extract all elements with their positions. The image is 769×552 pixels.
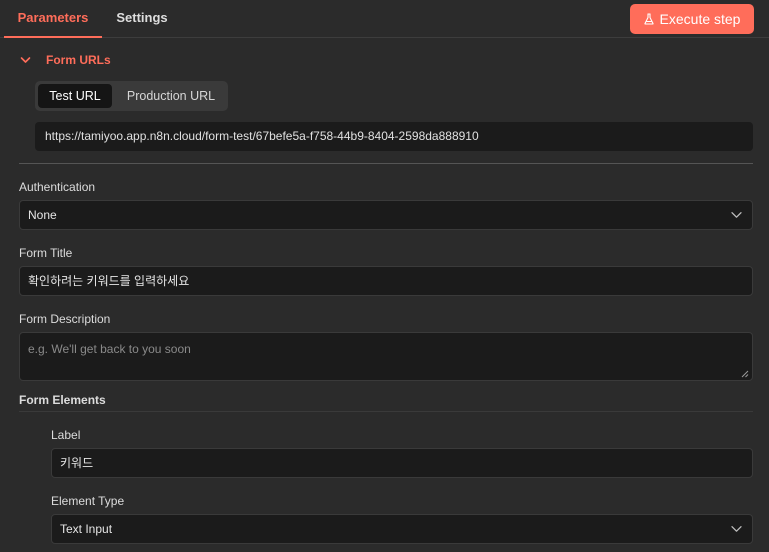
form-description-textarea[interactable]: e.g. We'll get back to you soon bbox=[19, 332, 753, 381]
element-type-select[interactable]: Text Input bbox=[51, 514, 753, 544]
chevron-down-icon bbox=[731, 212, 742, 219]
execute-step-label: Execute step bbox=[659, 11, 741, 27]
execute-step-button[interactable]: Execute step bbox=[630, 4, 754, 34]
element-label-value: 키워드 bbox=[60, 456, 94, 470]
form-urls-toggle[interactable]: Form URLs bbox=[20, 53, 111, 67]
element-label-input[interactable]: 키워드 bbox=[51, 448, 753, 478]
flask-icon bbox=[643, 13, 654, 25]
form-title-value: 확인하려는 키워드를 입력하세요 bbox=[28, 274, 190, 288]
chevron-down-icon bbox=[20, 56, 32, 64]
authentication-value: None bbox=[28, 208, 57, 222]
authentication-label: Authentication bbox=[19, 180, 96, 194]
tab-parameters[interactable]: Parameters bbox=[4, 0, 102, 38]
tab-settings[interactable]: Settings bbox=[111, 0, 173, 38]
form-title-label: Form Title bbox=[19, 246, 73, 260]
node-parameters-panel: Parameters Settings Execute step Form UR… bbox=[0, 0, 769, 552]
section-divider bbox=[19, 163, 753, 164]
resize-handle-icon[interactable] bbox=[741, 370, 749, 378]
form-title-input[interactable]: 확인하려는 키워드를 입력하세요 bbox=[19, 266, 753, 296]
element-label-caption: Label bbox=[51, 428, 81, 442]
form-url-display[interactable]: https://tamiyoo.app.n8n.cloud/form-test/… bbox=[35, 122, 753, 151]
url-type-switch: Test URL Production URL bbox=[35, 81, 228, 111]
element-type-value: Text Input bbox=[60, 522, 113, 536]
production-url-tab[interactable]: Production URL bbox=[117, 84, 225, 108]
form-urls-title: Form URLs bbox=[46, 53, 111, 67]
test-url-tab[interactable]: Test URL bbox=[38, 84, 112, 108]
form-elements-title: Form Elements bbox=[19, 393, 106, 407]
panel-tabs-bar: Parameters Settings Execute step bbox=[0, 0, 769, 38]
element-type-caption: Element Type bbox=[51, 494, 125, 508]
authentication-select[interactable]: None bbox=[19, 200, 753, 230]
form-description-placeholder: e.g. We'll get back to you soon bbox=[28, 342, 191, 356]
form-elements-divider bbox=[19, 411, 753, 412]
form-description-label: Form Description bbox=[19, 312, 111, 326]
chevron-down-icon bbox=[731, 526, 742, 533]
